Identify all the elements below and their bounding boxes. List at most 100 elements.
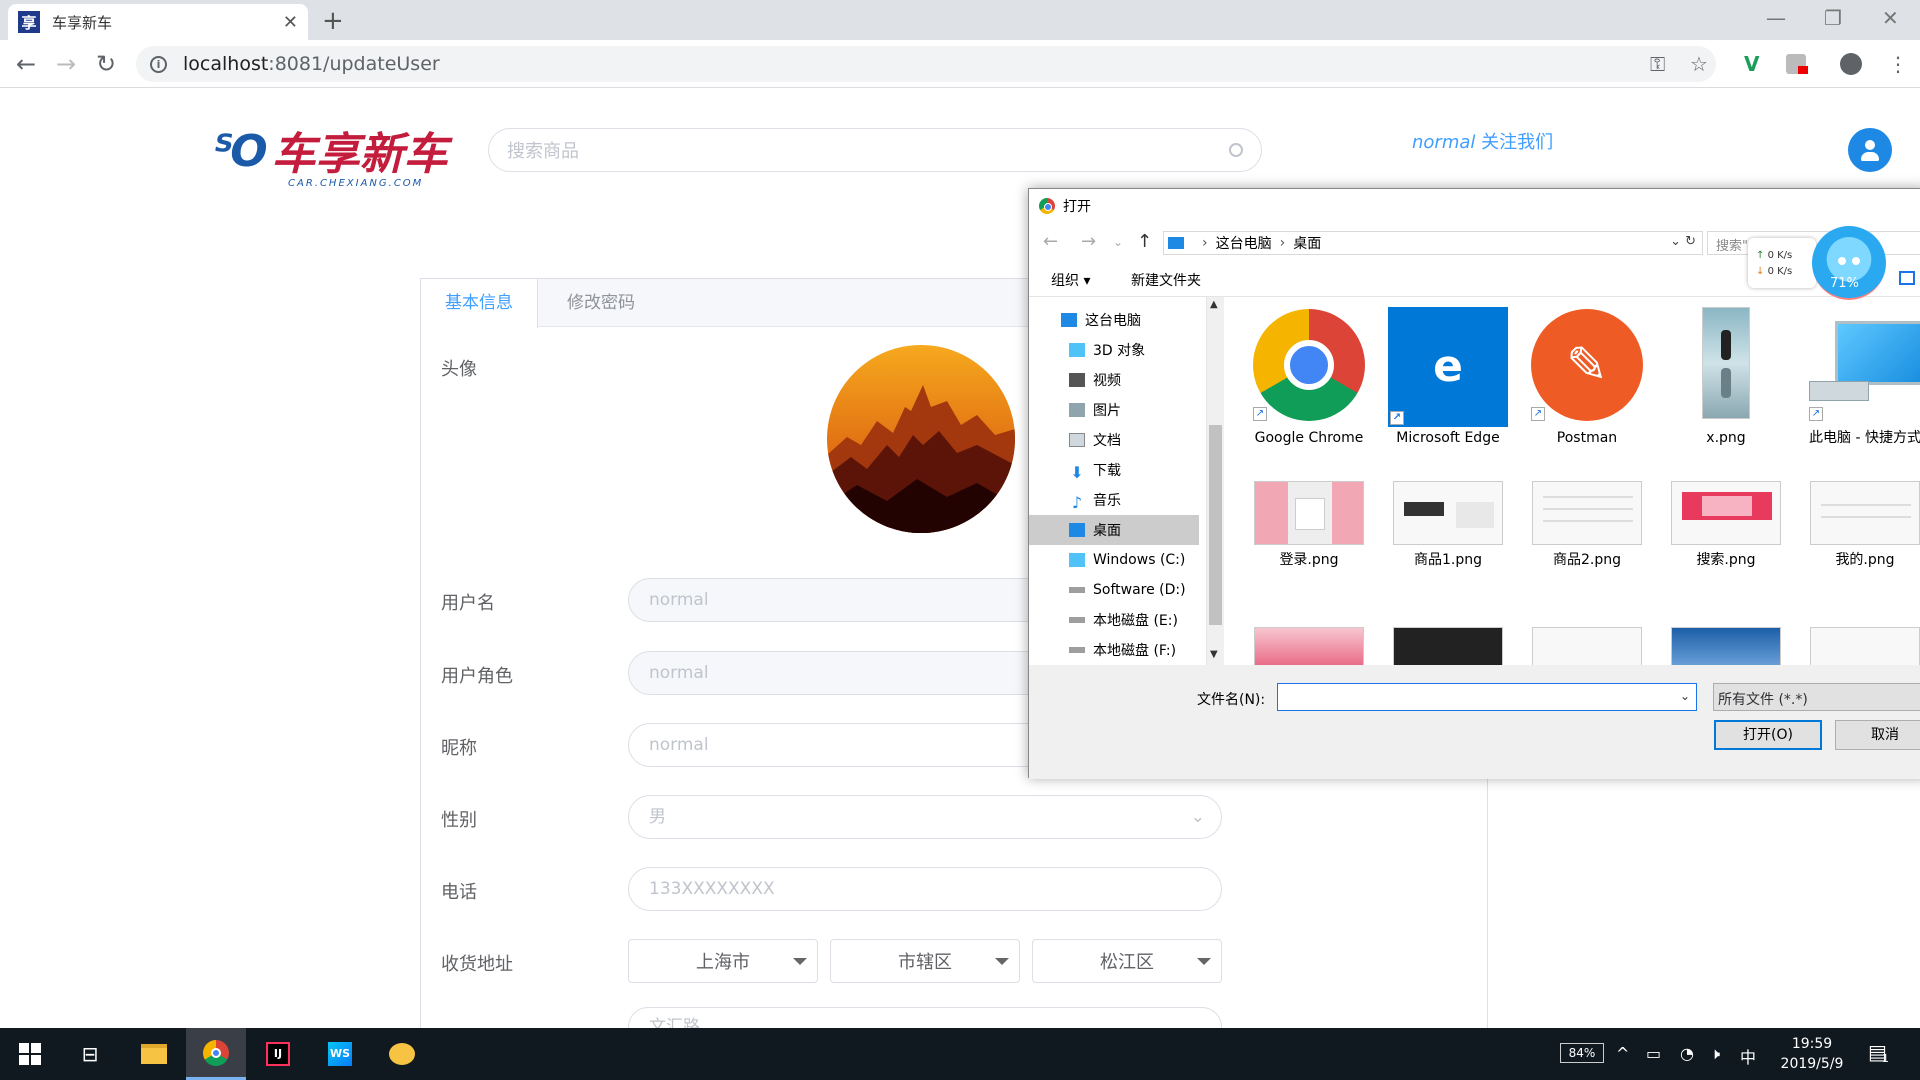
file-item-product1-png[interactable]: 商品1.png	[1383, 481, 1513, 569]
volume-muted-icon[interactable]: 🕨	[1710, 1044, 1720, 1064]
chevron-down-icon[interactable]: ⌄ ↻	[1670, 234, 1696, 249]
search-icon[interactable]	[1229, 143, 1243, 157]
file-item-mine-png[interactable]: 我的.png	[1800, 481, 1920, 569]
tree-item-documents[interactable]: 文档	[1029, 425, 1199, 455]
file-item-product2-png[interactable]: 商品2.png	[1522, 481, 1652, 569]
image-thumbnail[interactable]	[1254, 627, 1364, 665]
tree-item-pictures[interactable]: 图片	[1029, 395, 1199, 425]
file-item-chrome[interactable]: ↗ Google Chrome	[1244, 307, 1374, 447]
close-window-icon[interactable]: ✕	[1882, 6, 1899, 30]
preview-pane-icon[interactable]	[1899, 271, 1915, 285]
show-hidden-icons-icon[interactable]: ^	[1616, 1044, 1629, 1063]
city-select[interactable]: 市辖区	[830, 939, 1020, 983]
avatar-image[interactable]	[827, 345, 1015, 533]
cancel-button[interactable]: 取消	[1835, 720, 1920, 750]
open-button[interactable]: 打开(O)	[1714, 720, 1822, 750]
battery-indicator[interactable]: 84%	[1560, 1043, 1604, 1063]
tree-item-downloads[interactable]: ⬇ 下载	[1029, 455, 1199, 485]
start-button[interactable]	[0, 1028, 60, 1080]
username[interactable]: normal	[1412, 132, 1475, 153]
follow-link[interactable]: 关注我们	[1481, 132, 1553, 153]
province-select[interactable]: 上海市	[628, 939, 818, 983]
network-speed-widget[interactable]: ↑ 0 K/s ↓ 0 K/s	[1748, 238, 1816, 288]
user-avatar-button[interactable]	[1848, 128, 1892, 172]
back-icon[interactable]: ←	[16, 50, 36, 78]
scrollbar-thumb[interactable]	[1209, 425, 1222, 625]
tree-item-drive-e[interactable]: 本地磁盘 (E:)	[1029, 605, 1199, 635]
scroll-up-icon[interactable]: ▲	[1210, 299, 1218, 310]
tree-item-music[interactable]: ♪ 音乐	[1029, 485, 1199, 515]
field-label-address: 收货地址	[441, 954, 513, 975]
image-thumbnail[interactable]	[1671, 627, 1781, 665]
gender-select[interactable]: 男 ⌄	[628, 795, 1222, 839]
chrome-taskbar-icon[interactable]	[186, 1028, 246, 1080]
new-tab-icon[interactable]: +	[322, 6, 344, 36]
tree-scrollbar[interactable]: ▲ ▼	[1207, 297, 1224, 665]
browser-tab[interactable]: 享 车享新车 ✕	[8, 4, 308, 40]
file-explorer-icon[interactable]	[124, 1028, 184, 1080]
new-folder-button[interactable]: 新建文件夹	[1131, 270, 1201, 290]
phone-field[interactable]: 133XXXXXXXX	[628, 867, 1222, 911]
district-select[interactable]: 松江区	[1032, 939, 1222, 983]
reload-icon[interactable]: ↻	[96, 50, 116, 78]
accelerator-ball-icon[interactable]: 71%	[1812, 226, 1886, 300]
extension-icon[interactable]	[1786, 54, 1808, 74]
filetype-select[interactable]: 所有文件 (*.*)	[1713, 683, 1920, 711]
breadcrumb[interactable]: › 这台电脑 › 桌面 ⌄ ↻	[1163, 231, 1703, 255]
app-yellow-icon[interactable]	[372, 1028, 432, 1080]
battery-icon[interactable]: ▭	[1646, 1044, 1661, 1063]
breadcrumb-item-desktop[interactable]: 桌面	[1293, 233, 1321, 253]
organize-button[interactable]: 组织 ▾	[1051, 270, 1090, 290]
minimize-icon[interactable]: —	[1766, 6, 1786, 30]
tab-change-password[interactable]: 修改密码	[543, 279, 659, 327]
restore-icon[interactable]: ❐	[1824, 6, 1842, 30]
tree-item-drive-d[interactable]: Software (D:)	[1029, 575, 1199, 605]
file-item-edge[interactable]: e ↗ Microsoft Edge	[1383, 307, 1513, 447]
bookmark-star-icon[interactable]: ☆	[1690, 52, 1708, 76]
webstorm-icon[interactable]: WS	[310, 1028, 370, 1080]
up-icon[interactable]: ↑	[1137, 231, 1152, 252]
vue-extension-icon[interactable]: V	[1744, 52, 1759, 76]
info-icon[interactable]: i	[150, 55, 167, 73]
forward-icon[interactable]: →	[1081, 231, 1096, 252]
file-item-login-png[interactable]: 登录.png	[1244, 481, 1374, 569]
image-thumbnail[interactable]	[1810, 627, 1920, 665]
tree-item-desktop[interactable]: 桌面	[1029, 515, 1199, 545]
task-view-icon[interactable]: ⊟	[60, 1028, 120, 1080]
filename-input[interactable]: ⌄	[1277, 683, 1697, 711]
tree-item-3d[interactable]: 3D 对象	[1029, 335, 1199, 365]
file-item-search-png[interactable]: 搜索.png	[1661, 481, 1791, 569]
site-logo[interactable]: ᔆO 车享新车 CAR.CHEXIANG.COM	[214, 126, 448, 189]
image-thumbnail[interactable]	[1532, 627, 1642, 665]
tree-item-this-pc[interactable]: 这台电脑	[1029, 305, 1199, 335]
file-item-x-png[interactable]: x.png	[1661, 307, 1791, 447]
profile-icon[interactable]	[1840, 53, 1862, 75]
file-item-this-pc-shortcut[interactable]: ↗ 此电脑 - 快捷方式	[1800, 307, 1920, 447]
recent-dropdown-icon[interactable]: ⌄	[1113, 235, 1123, 249]
image-thumbnail[interactable]	[1393, 627, 1503, 665]
scroll-down-icon[interactable]: ▼	[1210, 649, 1218, 660]
file-item-postman[interactable]: ✎ ↗ Postman	[1522, 307, 1652, 447]
breadcrumb-item-this-pc[interactable]: 这台电脑	[1216, 233, 1272, 253]
file-label: 我的.png	[1835, 552, 1895, 568]
key-icon[interactable]: ⚿	[1650, 52, 1665, 76]
tree-item-videos[interactable]: 视频	[1029, 365, 1199, 395]
tree-item-drive-c[interactable]: Windows (C:)	[1029, 545, 1199, 575]
forward-icon[interactable]: →	[56, 50, 76, 78]
ime-indicator[interactable]: 中	[1740, 1044, 1756, 1068]
tab-basic-info[interactable]: 基本信息	[421, 279, 538, 328]
close-tab-icon[interactable]: ✕	[283, 12, 298, 33]
address-bar[interactable]: i localhost:8081/updateUser	[136, 46, 1716, 82]
back-icon[interactable]: ←	[1043, 231, 1058, 252]
district-value: 松江区	[1100, 952, 1154, 973]
file-label: Google Chrome	[1254, 430, 1364, 446]
chevron-down-icon[interactable]: ⌄	[1680, 689, 1690, 703]
menu-icon[interactable]: ⋮	[1888, 52, 1908, 76]
taskbar-clock[interactable]: 19:59 2019/5/9	[1772, 1034, 1852, 1074]
intellij-icon[interactable]: IJ	[248, 1028, 308, 1080]
user-follow-link[interactable]: normal 关注我们	[1412, 128, 1553, 154]
browser-tabbar: 享 车享新车 ✕ + — ❐ ✕	[0, 0, 1920, 40]
search-input[interactable]: 搜索商品	[488, 128, 1262, 172]
tree-item-drive-f[interactable]: 本地磁盘 (F:)	[1029, 635, 1199, 665]
wifi-icon[interactable]: ◔	[1680, 1044, 1694, 1063]
